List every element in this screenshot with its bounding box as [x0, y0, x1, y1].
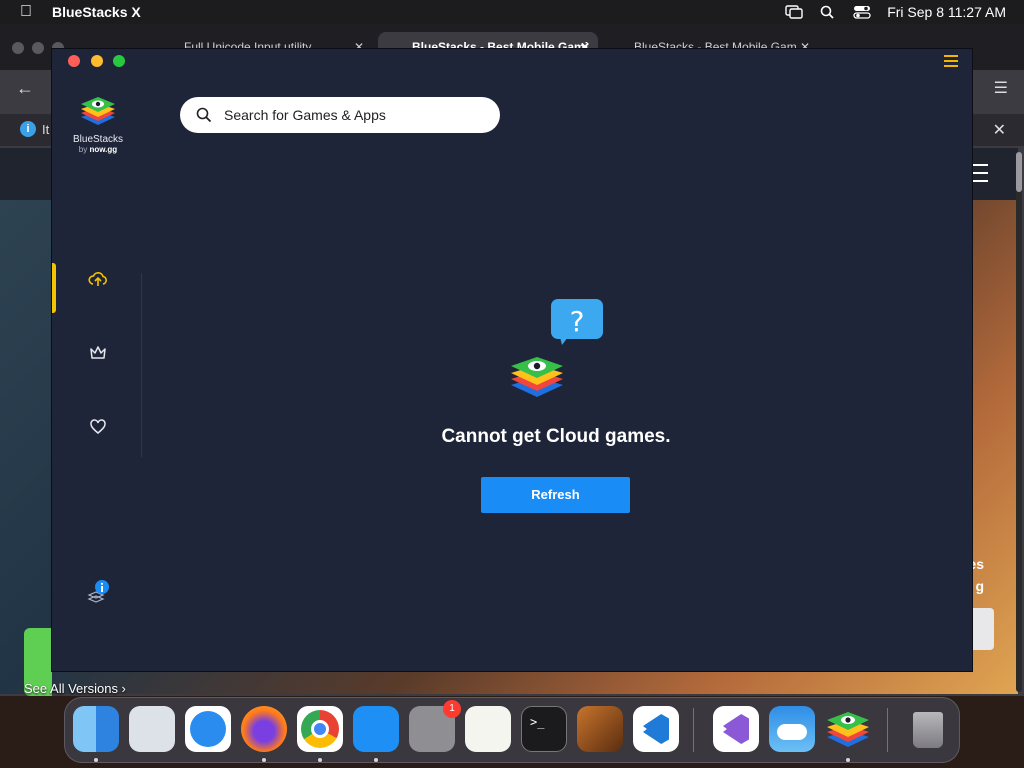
zoom-window-button[interactable] [113, 55, 125, 67]
see-all-versions-link[interactable]: See All Versions › [24, 681, 126, 696]
vscode-icon[interactable] [633, 706, 679, 752]
search-icon [196, 107, 212, 123]
system-settings-icon[interactable]: 1 [409, 700, 461, 752]
close-notification-icon[interactable]: ✕ [993, 120, 1006, 140]
bluestacks-window: BlueStacks by now.gg Search for Games & … [51, 48, 973, 672]
spotlight-search-icon[interactable] [819, 5, 837, 19]
notification-badge: 1 [443, 700, 461, 718]
minimize-window-button[interactable] [91, 55, 103, 67]
search-placeholder: Search for Games & Apps [224, 107, 386, 123]
safari-icon[interactable] [185, 706, 231, 752]
garageband-icon[interactable] [577, 706, 623, 752]
empty-state-illustration: ? [511, 299, 603, 397]
textedit-icon[interactable] [465, 706, 511, 752]
control-center-icon[interactable] [853, 5, 871, 19]
page-button[interactable] [972, 608, 994, 650]
apple-menu-icon[interactable]:  [0, 3, 52, 21]
finder-icon[interactable] [73, 706, 119, 752]
firefox-icon[interactable] [241, 706, 287, 752]
app-store-icon[interactable] [353, 706, 399, 752]
bluestacks-stack-icon [511, 357, 563, 397]
app-name-menu[interactable]: BlueStacks X [52, 4, 141, 20]
error-message: Cannot get Cloud games. [441, 426, 671, 447]
menu-icon[interactable] [944, 55, 958, 67]
refresh-button[interactable]: Refresh [481, 477, 630, 513]
hamburger-menu-icon[interactable]: ☰ [994, 78, 1008, 98]
svg-text:?: ? [570, 305, 585, 338]
scrollbar-thumb[interactable] [1016, 152, 1022, 192]
menu-bar:  BlueStacks X Fri Sep 8 11:27 AM [0, 0, 1024, 24]
close-window-button[interactable] [68, 55, 80, 67]
terminal-icon[interactable]: >_ [521, 706, 567, 752]
info-icon: i [20, 121, 36, 137]
active-indicator [52, 263, 56, 313]
screen-mirroring-icon[interactable] [785, 5, 803, 19]
menu-bar-extras: Fri Sep 8 11:27 AM [785, 0, 1006, 24]
bluestacks-logo[interactable]: BlueStacks by now.gg [70, 93, 126, 154]
launchpad-icon[interactable] [129, 706, 175, 752]
cloud-upload-icon[interactable] [88, 269, 108, 289]
bluestacks-logo-icon [81, 97, 115, 125]
back-arrow-icon[interactable]: ← [16, 78, 34, 99]
bluestacks-dock-icon[interactable] [825, 706, 871, 752]
minimize-window-button[interactable] [32, 42, 44, 54]
info-stack-icon[interactable] [87, 579, 111, 603]
crown-icon[interactable] [88, 343, 108, 363]
weather-icon[interactable] [769, 706, 815, 752]
clock[interactable]: Fri Sep 8 11:27 AM [887, 4, 1006, 20]
chrome-icon[interactable] [297, 706, 343, 752]
trash-icon[interactable] [905, 706, 951, 752]
search-input[interactable]: Search for Games & Apps [180, 97, 500, 133]
dock: 1 >_ [64, 697, 960, 763]
page-scrollbar[interactable] [1016, 152, 1022, 692]
close-window-button[interactable] [12, 42, 24, 54]
visual-studio-icon[interactable] [713, 706, 759, 752]
